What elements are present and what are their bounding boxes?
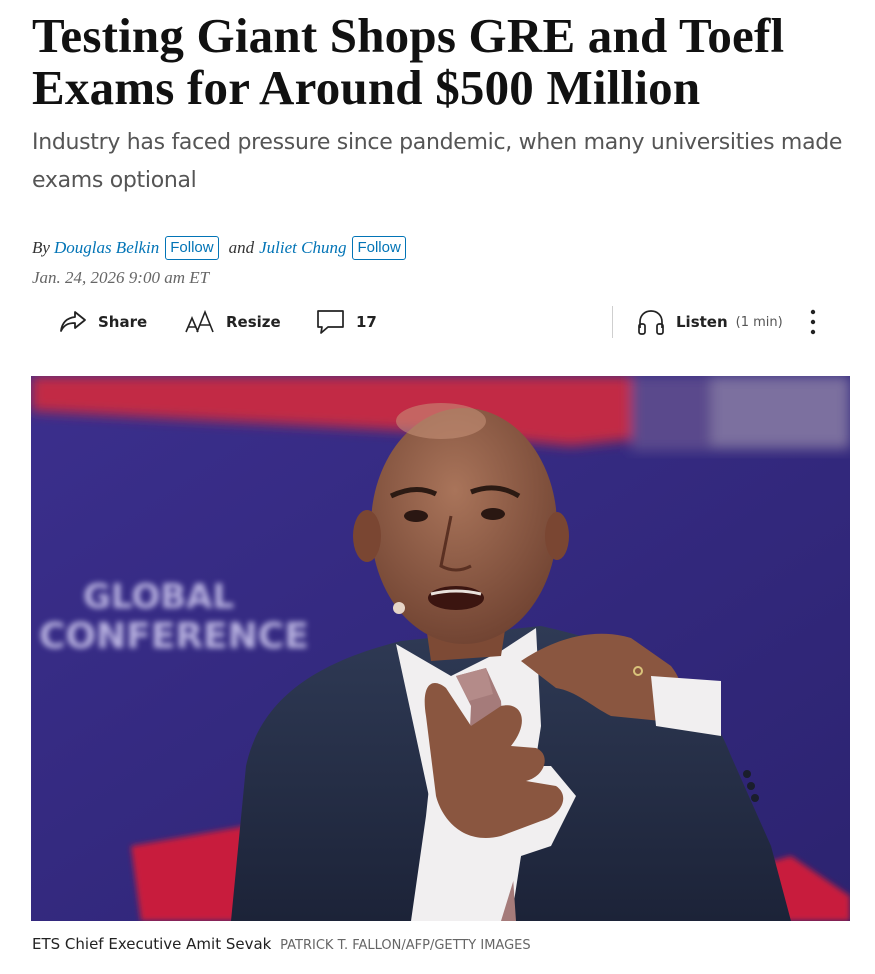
article-dek: Industry has faced pressure since pandem… <box>32 130 843 193</box>
resize-label: Resize <box>226 313 281 331</box>
comments-button[interactable]: 17 <box>316 300 377 344</box>
article-photo: GLOBAL CONFERENCE <box>31 376 850 921</box>
toolbar-divider <box>612 306 613 338</box>
backdrop-text-global: GLOBAL <box>83 577 234 617</box>
headphones-icon <box>638 310 664 335</box>
share-button[interactable]: Share <box>58 300 147 344</box>
follow-button-douglas-belkin[interactable]: Follow <box>165 236 219 260</box>
more-options-button[interactable] <box>808 300 828 344</box>
author-link-douglas-belkin[interactable]: Douglas Belkin <box>54 238 159 258</box>
author-link-juliet-chung[interactable]: Juliet Chung <box>259 238 346 258</box>
byline-prefix: By <box>32 238 50 257</box>
share-arrow-icon <box>60 311 86 332</box>
follow-button-juliet-chung[interactable]: Follow <box>352 236 406 260</box>
byline: By Douglas Belkin Follow and Juliet Chun… <box>32 235 406 261</box>
comment-count: 17 <box>356 313 377 331</box>
caption-text: ETS Chief Executive Amit Sevak <box>32 935 272 953</box>
publish-date: Jan. 24, 2026 9:00 am ET <box>32 268 210 287</box>
resize-button[interactable]: Resize <box>184 300 281 344</box>
vertical-ellipsis-icon <box>810 309 816 335</box>
article-toolbar: Share Resize 17 Listen (1 min) <box>32 300 850 344</box>
article-headline: Testing Giant Shops GRE and Toefl Exams … <box>32 8 785 115</box>
listen-button[interactable]: Listen (1 min) <box>636 300 783 344</box>
photo-credit: PATRICK T. FALLON/AFP/GETTY IMAGES <box>280 938 531 953</box>
backdrop-text-conference: CONFERENCE <box>39 616 309 657</box>
photo-illustration: GLOBAL CONFERENCE <box>31 376 850 921</box>
share-label: Share <box>98 313 148 331</box>
byline-conjunction: and <box>228 238 255 257</box>
text-resize-icon <box>185 309 214 333</box>
listen-label: Listen <box>676 313 728 331</box>
speech-bubble-icon <box>317 310 344 334</box>
listen-duration: (1 min) <box>735 314 783 330</box>
photo-caption: ETS Chief Executive Amit Sevak PATRICK T… <box>32 935 531 953</box>
headset-mic <box>393 602 405 614</box>
